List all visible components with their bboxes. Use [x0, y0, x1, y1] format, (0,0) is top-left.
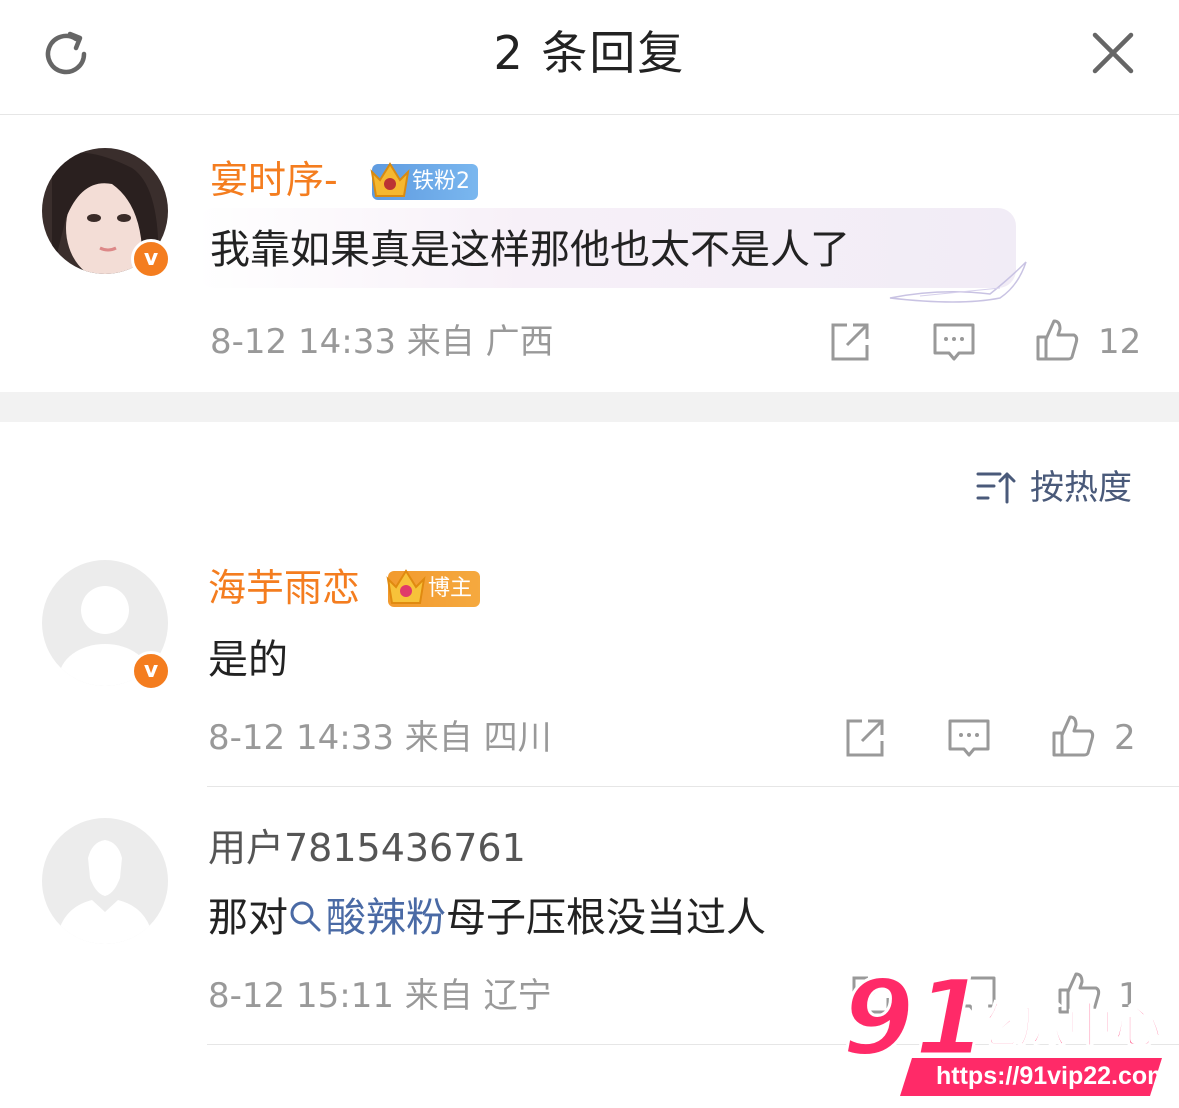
close-icon[interactable]	[1090, 30, 1136, 76]
topic-link[interactable]: 酸辣粉	[288, 895, 446, 941]
watermark-url: https://91vip22.com	[936, 1062, 1169, 1090]
reply-meta: 8-12 14:33 来自 四川	[208, 718, 552, 758]
section-divider	[0, 392, 1179, 422]
fan-badge-label: 铁粉2	[412, 169, 470, 194]
username[interactable]: 宴时序-	[210, 156, 338, 204]
comment-icon[interactable]	[946, 715, 992, 761]
search-icon	[290, 901, 321, 932]
verified-badge-icon: v	[131, 651, 171, 691]
verified-badge-icon: v	[131, 239, 171, 279]
share-icon[interactable]	[827, 319, 873, 365]
sort-icon	[976, 472, 1016, 504]
blogger-badge-label: 博主	[428, 576, 473, 601]
username[interactable]: 用户7815436761	[208, 824, 526, 872]
topic-link-label: 酸辣粉	[326, 895, 446, 941]
avatar[interactable]	[42, 818, 168, 944]
comment-icon[interactable]	[931, 319, 977, 365]
like-count: 12	[1098, 322, 1142, 362]
crown-icon	[386, 569, 426, 604]
wing-decoration-icon	[889, 261, 1027, 303]
share-icon[interactable]	[842, 715, 888, 761]
page-title: 2 条回复	[493, 26, 686, 80]
sort-label: 按热度	[1030, 468, 1132, 508]
watermark-logo: 91 吃瓜中心 https://91vip22.com	[841, 962, 1169, 1096]
reply-text: 是的	[208, 637, 288, 683]
reply-text: 那对 酸辣粉母子压根没当过人	[208, 892, 766, 944]
watermark-brand: 吃瓜中心	[970, 998, 1162, 1054]
username[interactable]: 海芋雨恋	[208, 564, 360, 612]
like-icon[interactable]	[1050, 713, 1096, 759]
reply-meta: 8-12 15:11 来自 辽宁	[208, 976, 552, 1016]
comment-text: 我靠如果真是这样那他也太不是人了	[210, 227, 850, 273]
fan-badge: 铁粉2	[370, 162, 478, 200]
crown-icon	[370, 162, 410, 197]
header: 2 条回复	[0, 0, 1179, 115]
reply-text-suffix: 母子压根没当过人	[446, 895, 766, 941]
comment-meta: 8-12 14:33 来自 广西	[210, 322, 554, 362]
reply-text-prefix: 那对	[208, 895, 288, 941]
reply-divider	[207, 786, 1179, 787]
blogger-badge: 博主	[386, 569, 481, 607]
like-count: 2	[1114, 718, 1136, 758]
like-icon[interactable]	[1034, 317, 1080, 363]
